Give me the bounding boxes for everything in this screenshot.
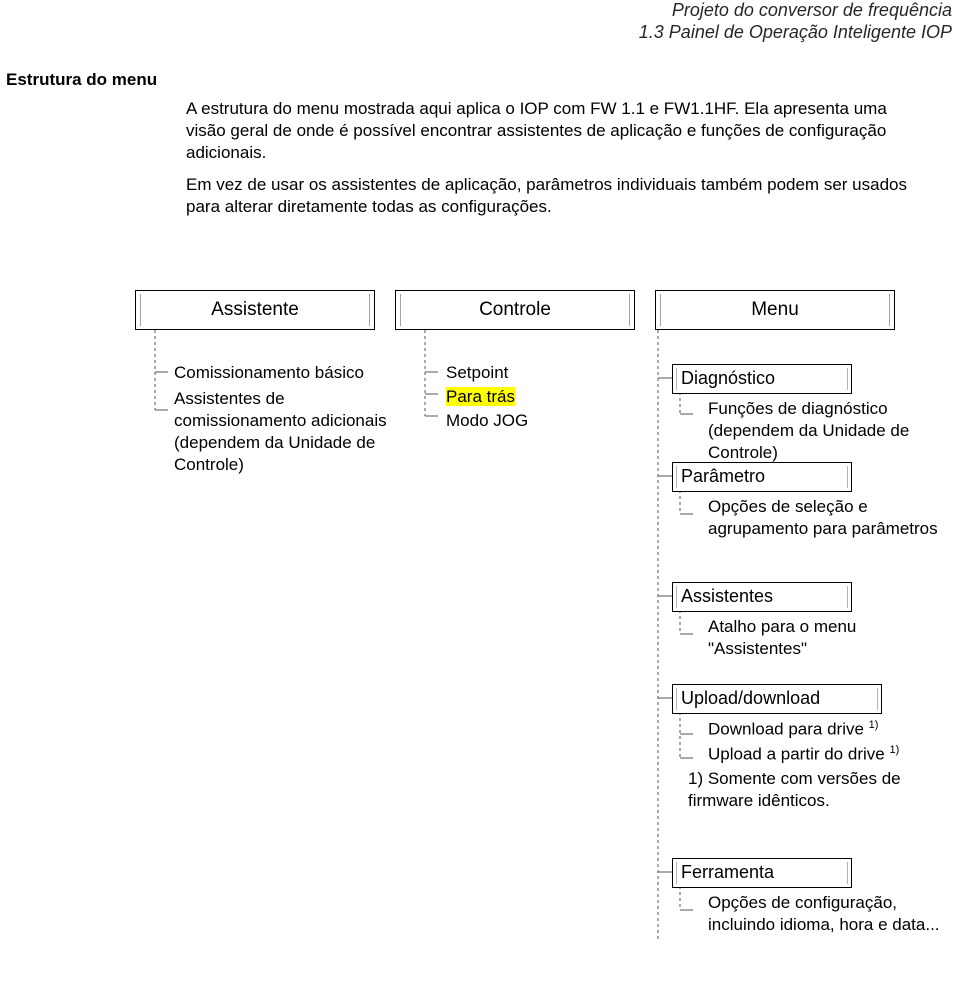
box-label: Assistentes (681, 586, 773, 606)
column-assistente: Comissionamento básico Assistentes de co… (152, 362, 402, 478)
column-controle: Setpoint Para trás Modo JOG (424, 362, 654, 434)
box-upload-download: Upload/download (672, 684, 882, 714)
col1-item-assistentes-adicionais: Assistentes de comissionamento adicionai… (152, 388, 402, 476)
col2-item-para-tras: Para trás (424, 386, 654, 408)
box-diagnostico: Diagnóstico (672, 364, 852, 394)
param-sub: Opções de seleção e agrupamento para par… (672, 496, 952, 540)
highlighted-text: Para trás (446, 387, 515, 406)
upload-sub-2: Upload a partir do drive 1) (672, 743, 952, 766)
box-ferramenta: Ferramenta (672, 858, 852, 888)
col2-item-modo-jog: Modo JOG (424, 410, 654, 432)
upload-sub-1: Download para drive 1) (672, 718, 952, 741)
col2-item-setpoint: Setpoint (424, 362, 654, 384)
box-label: Parâmetro (681, 466, 765, 486)
superscript: 1) (869, 719, 879, 731)
upload-footnote: 1) Somente com versões de firmware idênt… (672, 768, 942, 812)
diag-sub: Funções de diagnóstico (dependem da Unid… (672, 398, 952, 464)
box-assistentes: Assistentes (672, 582, 852, 612)
box-label: Upload/download (681, 688, 820, 708)
box-label: Diagnóstico (681, 368, 775, 388)
box-label: Ferramenta (681, 862, 774, 882)
ferramenta-sub: Opções de configuração, incluindo idioma… (672, 892, 952, 936)
assistentes-sub: Atalho para o menu "Assistentes" (672, 616, 952, 660)
col1-item-comissionamento: Comissionamento básico (152, 362, 402, 384)
superscript: 1) (889, 744, 899, 756)
box-parametro: Parâmetro (672, 462, 852, 492)
